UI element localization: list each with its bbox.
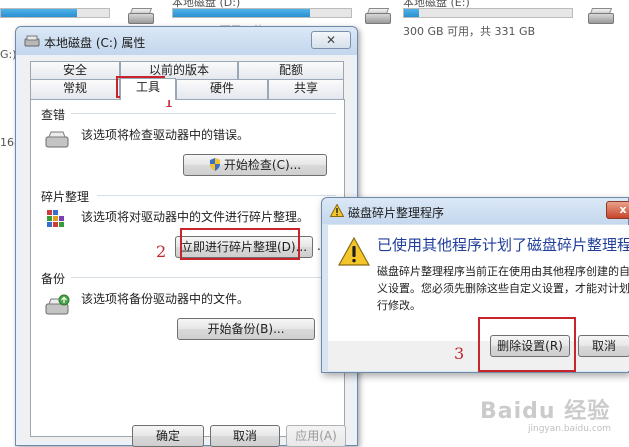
drive-e-free-space: 300 GB 可用，共 331 GB	[403, 25, 536, 38]
dialog-titlebar[interactable]: 本地磁盘 (C:) 属性 ✕	[16, 27, 357, 55]
hard-drive-icon	[45, 131, 69, 148]
tab-quota[interactable]: 配额	[238, 61, 344, 79]
tab-tools[interactable]: 工具	[120, 78, 176, 100]
properties-dialog: 本地磁盘 (C:) 属性 ✕ 安全 以前的版本 配额 常规 工具 硬件 共享 查…	[15, 26, 358, 447]
hard-drive-icon	[24, 35, 40, 47]
error-check-group-label: 查错	[41, 108, 66, 122]
message-line: 行修改。	[377, 299, 421, 312]
message-box-body: 已使用其他程序计划了磁盘碎片整理程序 磁盘碎片整理程序当前正在使用由其他程序创建…	[328, 225, 629, 341]
step-number-2: 2	[156, 242, 167, 261]
start-backup-button[interactable]: 开始备份(B)...	[177, 318, 315, 340]
group-divider	[97, 195, 336, 196]
group-divider	[71, 277, 336, 278]
hard-drive-icon	[365, 8, 391, 24]
shield-icon	[209, 158, 220, 171]
warning-icon	[338, 237, 370, 266]
defrag-group-label: 碎片整理	[41, 190, 90, 204]
delete-settings-button[interactable]: 删除设置(R)	[490, 335, 570, 357]
defrag-message-box: 磁盘碎片整理程序 x 已使用其他程序计划了磁盘碎片整理程序 磁盘碎片整理程序当前…	[321, 197, 629, 373]
dialog-client-area: 安全 以前的版本 配额 常规 工具 硬件 共享 查错 该选项将检查驱动器中的错误…	[22, 57, 351, 447]
warning-icon	[330, 204, 344, 217]
hard-drive-icon	[128, 8, 154, 24]
cancel-button[interactable]: 取消	[578, 335, 629, 357]
ok-button[interactable]: 确定	[132, 425, 204, 447]
message-heading: 已使用其他程序计划了磁盘碎片整理程序	[377, 236, 629, 254]
error-check-description: 该选项将检查驱动器中的错误。	[81, 128, 250, 142]
apply-button: 应用(A)	[286, 425, 346, 447]
defrag-icon	[47, 210, 64, 227]
defrag-description: 该选项将对驱动器中的文件进行碎片整理。	[81, 210, 310, 224]
step-number-3: 3	[454, 344, 465, 363]
cancel-button[interactable]: 取消	[210, 425, 280, 447]
backup-drive-icon	[45, 294, 70, 315]
tab-sharing[interactable]: 共享	[268, 79, 344, 99]
baidu-watermark-url: jingyan.baidu.com	[528, 424, 612, 434]
drive-usage-bar-c	[0, 8, 110, 18]
group-divider	[71, 113, 336, 114]
start-check-button[interactable]: 开始检查(C)...	[183, 154, 327, 176]
message-line: 义设置。您必须先删除这些自定义设置，才能对计划进	[377, 282, 629, 295]
message-line: 磁盘碎片整理程序当前正在使用由其他程序创建的自定	[377, 265, 629, 278]
tab-previous-versions[interactable]: 以前的版本	[120, 61, 238, 79]
defragment-now-button[interactable]: 立即进行碎片整理(D)...	[175, 236, 313, 258]
message-box-title: 磁盘碎片整理程序	[348, 206, 445, 220]
drive-usage-bar-d	[172, 8, 352, 18]
tab-general[interactable]: 常规	[30, 79, 120, 99]
baidu-watermark: Baidu 经验	[480, 399, 611, 424]
close-button[interactable]: x	[606, 201, 629, 219]
start-check-label: 开始检查(C)...	[223, 158, 302, 172]
message-box-titlebar[interactable]: 磁盘碎片整理程序 x	[322, 198, 629, 224]
dialog-title: 本地磁盘 (C:) 属性	[44, 36, 146, 50]
close-button[interactable]: ✕	[311, 31, 351, 49]
drive-usage-bar-e	[403, 8, 573, 18]
backup-group-label: 备份	[41, 272, 66, 286]
tab-hardware[interactable]: 硬件	[176, 79, 268, 99]
message-text: 磁盘碎片整理程序当前正在使用由其他程序创建的自定 义设置。您必须先删除这些自定义…	[377, 263, 629, 314]
tools-tab-panel: 查错 该选项将检查驱动器中的错误。 开始检查(C)... 碎片整理 该选项将对驱…	[30, 99, 345, 437]
tab-security[interactable]: 安全	[30, 61, 120, 79]
hard-drive-icon	[588, 8, 614, 24]
backup-description: 该选项将备份驱动器中的文件。	[81, 292, 250, 306]
